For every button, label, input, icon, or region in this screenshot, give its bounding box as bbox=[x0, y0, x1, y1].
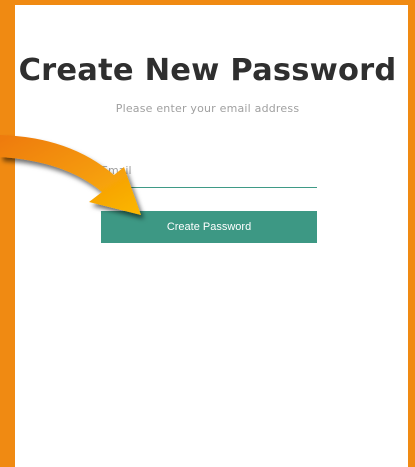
page-title: Create New Password bbox=[18, 53, 397, 88]
page-subtitle: Please enter your email address bbox=[115, 102, 300, 115]
email-field[interactable] bbox=[101, 154, 317, 188]
page: Create New Password Please enter your em… bbox=[0, 0, 415, 467]
create-password-button[interactable]: Create Password bbox=[101, 211, 317, 243]
